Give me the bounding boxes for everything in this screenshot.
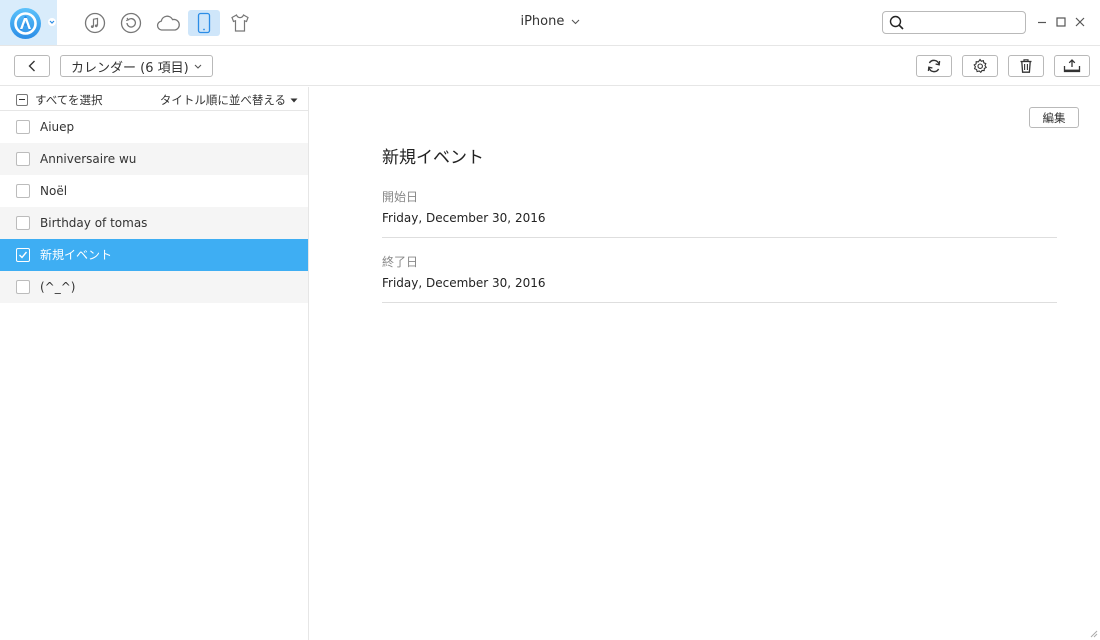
list-item[interactable]: Aiuep (0, 111, 308, 143)
delete-button[interactable] (1008, 55, 1044, 77)
end-date-field: 終了日 Friday, December 30, 2016 (382, 253, 1057, 303)
checkmark-icon (19, 251, 28, 259)
restore-icon[interactable] (115, 10, 147, 36)
event-list-pane: すべてを選択 タイトル順に並べ替える Aiuep Anniversaire wu… (0, 87, 309, 640)
search-box[interactable] (882, 11, 1026, 34)
select-all-label: すべてを選択 (35, 93, 103, 107)
edit-button[interactable]: 編集 (1029, 107, 1079, 128)
list-item[interactable]: Anniversaire wu (0, 143, 308, 175)
tshirt-icon[interactable] (224, 10, 256, 36)
list-item[interactable]: (^_^) (0, 271, 308, 303)
minimize-icon[interactable] (1034, 14, 1050, 30)
caret-down-icon (290, 98, 298, 102)
row-checkbox[interactable] (16, 280, 30, 294)
end-date-label: 終了日 (382, 255, 419, 269)
maximize-icon[interactable] (1053, 14, 1069, 30)
row-checkbox-checked[interactable] (16, 248, 30, 262)
app-logo-area[interactable] (0, 0, 57, 45)
sort-label: タイトル順に並べ替える (159, 93, 286, 107)
settings-button[interactable] (962, 55, 998, 77)
start-date-label: 開始日 (382, 190, 419, 204)
anytrans-logo-icon[interactable] (10, 8, 41, 39)
event-list: Aiuep Anniversaire wu Noël Birthday of t… (0, 111, 308, 303)
row-checkbox[interactable] (16, 152, 30, 166)
chevron-down-icon[interactable] (48, 18, 56, 26)
resize-grip-icon[interactable] (1088, 628, 1098, 638)
list-item[interactable]: Birthday of tomas (0, 207, 308, 239)
start-date-value: Friday, December 30, 2016 (382, 211, 546, 225)
event-name: Aiuep (40, 120, 75, 134)
phone-icon[interactable] (188, 10, 220, 36)
top-bar: iPhone (0, 0, 1100, 46)
chevron-down-icon (571, 19, 579, 24)
export-icon (1063, 59, 1081, 73)
event-detail-pane: 編集 新規イベント 開始日 Friday, December 30, 2016 … (310, 87, 1100, 640)
close-icon[interactable] (1072, 14, 1088, 30)
start-date-field: 開始日 Friday, December 30, 2016 (382, 188, 1057, 238)
back-button[interactable] (14, 55, 50, 77)
event-name: Birthday of tomas (40, 216, 148, 230)
refresh-icon (927, 59, 941, 73)
refresh-button[interactable] (916, 55, 952, 77)
select-all-checkbox[interactable] (16, 94, 28, 106)
chevron-down-icon (194, 64, 202, 69)
event-name: (^_^) (40, 280, 76, 294)
settings-icon (973, 58, 987, 74)
category-dropdown[interactable]: カレンダー (6 項目) (60, 55, 213, 77)
search-input[interactable] (907, 14, 1021, 31)
music-icon[interactable] (79, 10, 111, 36)
export-button[interactable] (1054, 55, 1090, 77)
cloud-icon[interactable] (152, 10, 184, 36)
toolbar: カレンダー (6 項目) (0, 46, 1100, 86)
end-date-value: Friday, December 30, 2016 (382, 276, 546, 290)
device-name: iPhone (520, 14, 565, 29)
trash-icon (1020, 59, 1032, 73)
row-checkbox[interactable] (16, 184, 30, 198)
list-header: すべてを選択 タイトル順に並べ替える (0, 87, 308, 111)
list-item[interactable]: Noël (0, 175, 308, 207)
event-name: Noël (40, 184, 68, 198)
select-all-toggle[interactable]: すべてを選択 (16, 92, 103, 108)
category-label: カレンダー (6 項目) (71, 60, 189, 76)
search-icon (889, 15, 904, 30)
device-selector[interactable]: iPhone (500, 14, 600, 29)
event-title: 新規イベント (382, 148, 484, 168)
event-name: 新規イベント (40, 248, 113, 262)
row-checkbox[interactable] (16, 216, 30, 230)
sort-dropdown[interactable]: タイトル順に並べ替える (160, 92, 298, 108)
event-name: Anniversaire wu (40, 152, 137, 166)
chevron-left-icon (28, 60, 35, 72)
list-item-selected[interactable]: 新規イベント (0, 239, 308, 271)
row-checkbox[interactable] (16, 120, 30, 134)
